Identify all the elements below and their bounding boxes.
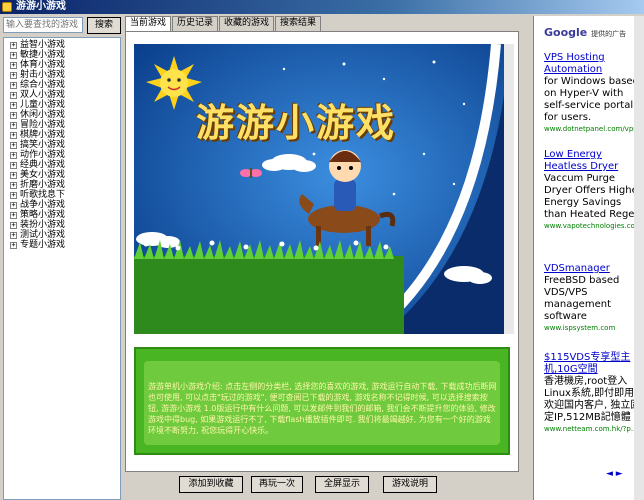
search-button[interactable]: 搜索	[87, 17, 121, 34]
expand-icon[interactable]: +	[10, 91, 17, 99]
ad-url[interactable]: www.ispsystem.com	[544, 324, 644, 332]
ad-header: Google 提供的广告	[544, 26, 626, 39]
expand-icon[interactable]: +	[10, 201, 17, 209]
expand-icon[interactable]: +	[10, 221, 17, 229]
tree-item[interactable]: + 儿童小游戏	[10, 100, 120, 110]
banner-art	[134, 44, 510, 334]
expand-icon[interactable]: +	[10, 51, 17, 59]
expand-icon[interactable]: +	[10, 111, 17, 119]
category-tree[interactable]: + 益智小游戏 + 敏捷小游戏 + 体育小游戏 + 射击小游戏 + 综合小游戏 + 双人小游…	[3, 37, 121, 500]
ad-body: 香港機房,root登入Linux系統,即付即用 欢迎国内客户, 独立固定IP,5…	[544, 376, 641, 423]
fullscreen-button[interactable]: 全屏显示	[315, 476, 369, 493]
expand-icon[interactable]: +	[10, 231, 17, 239]
tree-item[interactable]: + 战争小游戏	[10, 200, 120, 210]
ad-title[interactable]: $115VDS专享型主机,10G空間	[544, 352, 644, 376]
expand-icon[interactable]: +	[10, 241, 17, 249]
expand-icon[interactable]: +	[10, 151, 17, 159]
butterfly-icon	[240, 168, 262, 178]
ad-body: FreeBSD based VDS/VPS management softwar…	[544, 275, 620, 322]
expand-icon[interactable]: +	[10, 191, 17, 199]
intro-panel: 游游单机小游戏介绍: 点击左侧的分类栏, 选择您的喜欢的游戏, 游戏运行自动下载…	[134, 347, 510, 455]
ad-next-icon[interactable]: ►	[616, 469, 623, 479]
tree-item[interactable]: + 敏捷小游戏	[10, 50, 120, 60]
ad-item[interactable]: $115VDS专享型主机,10G空間 香港機房,root登入Linux系統,即付…	[544, 352, 644, 433]
left-pane: 搜索 +益智小游戏 +敏捷小游戏 +体育小游戏 +射击小游戏 +综合小游戏 +双…	[3, 17, 121, 500]
tree-item[interactable]: + 休闲小游戏	[10, 110, 120, 120]
tree-item[interactable]: + 专题小游戏	[10, 240, 120, 250]
ad-url[interactable]: www.dotnetpanel.com/vps	[544, 125, 644, 133]
ad-prev-icon[interactable]: ◄	[606, 469, 613, 479]
main-content: 游游小游戏 游游单机小游戏介绍: 点击左侧的分类栏, 选择您的喜欢的游戏, 游戏…	[125, 31, 519, 472]
tree-item[interactable]: + 棋牌小游戏	[10, 130, 120, 140]
tree-item[interactable]: + 体育小游戏	[10, 60, 120, 70]
expand-icon[interactable]: +	[10, 181, 17, 189]
tree-item[interactable]: + 冒险小游戏	[10, 120, 120, 130]
ad-title[interactable]: VPS Hosting Automation	[544, 52, 644, 76]
ad-item[interactable]: Low Energy Heatless Dryer Vaccum Purge D…	[544, 149, 644, 230]
tree-item[interactable]: + 益智小游戏	[10, 40, 120, 50]
expand-icon[interactable]: +	[10, 161, 17, 169]
action-bar: 添加到收藏 再玩一次 全屏显示 游戏说明	[125, 475, 519, 495]
expand-icon[interactable]: +	[10, 71, 17, 79]
title-bar: 游游小游戏	[0, 0, 644, 14]
banner-scrollbar[interactable]	[504, 44, 514, 334]
tree-item[interactable]: + 折磨小游戏	[10, 180, 120, 190]
ad-item[interactable]: VPS Hosting Automation for Windows based…	[544, 52, 644, 133]
ad-scrollbar[interactable]	[634, 16, 644, 500]
add-favorite-button[interactable]: 添加到收藏	[179, 476, 243, 493]
app-icon	[2, 2, 12, 12]
expand-icon[interactable]: +	[10, 211, 17, 219]
welcome-banner: 游游小游戏	[134, 44, 510, 334]
tab-favorites[interactable]: 收藏的游戏	[219, 16, 275, 31]
tree-item[interactable]: + 听歌找息下	[10, 190, 120, 200]
tree-item[interactable]: + 策略小游戏	[10, 210, 120, 220]
expand-icon[interactable]: +	[10, 81, 17, 89]
banner-title: 游游小游戏	[196, 101, 397, 145]
search-input[interactable]	[3, 17, 83, 33]
ad-pager: ◄ ►	[606, 469, 623, 479]
tab-current-game[interactable]: 当前游戏	[125, 16, 172, 32]
window-title: 游游小游戏	[16, 1, 66, 12]
tab-search-results[interactable]: 搜索结果	[275, 16, 322, 31]
ad-body: Vaccum Purge Dryer Offers Higher Energy …	[544, 173, 642, 220]
tree-item[interactable]: + 美女小游戏	[10, 170, 120, 180]
ad-sidebar: Google 提供的广告 VPS Hosting Automation for …	[533, 16, 644, 500]
expand-icon[interactable]: +	[10, 101, 17, 109]
ad-header-label: 提供的广告	[591, 30, 627, 38]
expand-icon[interactable]: +	[10, 121, 17, 129]
expand-icon[interactable]: +	[10, 41, 17, 49]
google-logo: Google	[544, 26, 588, 39]
expand-icon[interactable]: +	[10, 61, 17, 69]
tree-item[interactable]: + 测试小游戏	[10, 230, 120, 240]
intro-text: 游游单机小游戏介绍: 点击左侧的分类栏, 选择您的喜欢的游戏, 游戏运行自动下载…	[148, 382, 497, 435]
game-help-button[interactable]: 游戏说明	[383, 476, 437, 493]
ad-url[interactable]: www.netteam.com.hk/?p...	[544, 425, 644, 433]
expand-icon[interactable]: +	[10, 131, 17, 139]
expand-icon[interactable]: +	[10, 171, 17, 179]
ad-item[interactable]: VDSmanager FreeBSD based VDS/VPS managem…	[544, 263, 644, 332]
tree-item[interactable]: + 经典小游戏	[10, 160, 120, 170]
replay-button[interactable]: 再玩一次	[251, 476, 303, 493]
ad-body: for Windows based on Hyper-V with self-s…	[544, 76, 639, 123]
ad-url[interactable]: www.vapotechnologies.com	[544, 222, 644, 230]
ad-title[interactable]: Low Energy Heatless Dryer	[544, 149, 644, 173]
tree-item[interactable]: + 射击小游戏	[10, 70, 120, 80]
tree-item[interactable]: + 装扮小游戏	[10, 220, 120, 230]
tab-history[interactable]: 历史记录	[172, 16, 219, 31]
tree-item[interactable]: + 综合小游戏	[10, 80, 120, 90]
tree-item[interactable]: + 动作小游戏	[10, 150, 120, 160]
expand-icon[interactable]: +	[10, 141, 17, 149]
tab-strip: 当前游戏 历史记录 收藏的游戏 搜索结果	[125, 16, 322, 32]
tree-item[interactable]: + 搞笑小游戏	[10, 140, 120, 150]
tree-item[interactable]: + 双人小游戏	[10, 90, 120, 100]
ad-title[interactable]: VDSmanager	[544, 263, 644, 275]
